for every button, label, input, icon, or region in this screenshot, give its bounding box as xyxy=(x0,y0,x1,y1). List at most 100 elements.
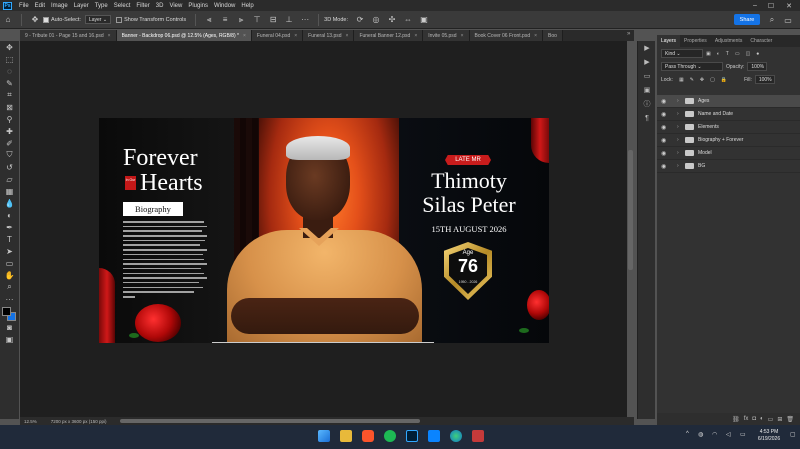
lasso-tool-icon[interactable]: ◌ xyxy=(0,65,19,77)
photoshop-taskbar-icon[interactable] xyxy=(406,430,418,442)
app-taskbar-icon[interactable] xyxy=(428,430,440,442)
tab-book-cover-06[interactable]: Book Cover 06 Front.psd × xyxy=(469,30,544,41)
delete-layer-icon[interactable]: 🗑 xyxy=(786,416,794,423)
tab-funeral-banner-12[interactable]: Funeral Banner 12.psd × xyxy=(354,30,424,41)
crop-tool-icon[interactable]: ⌗ xyxy=(0,89,19,101)
layer-ages[interactable]: ◉ › Ages xyxy=(657,95,800,108)
maximize-icon[interactable]: ☐ xyxy=(764,0,778,11)
menu-file[interactable]: File xyxy=(16,3,32,9)
auto-select-checkbox[interactable] xyxy=(43,16,49,23)
notifications-icon[interactable]: ▢ xyxy=(790,431,796,438)
lock-all-icon[interactable]: 🔒 xyxy=(721,77,727,83)
transform-controls-checkbox[interactable] xyxy=(116,16,123,23)
eye-icon[interactable]: ◉ xyxy=(661,163,671,170)
dodge-tool-icon[interactable]: ◐ xyxy=(0,209,19,221)
actions-icon[interactable]: ▶ xyxy=(638,55,656,69)
auto-select-dropdown[interactable]: Layer ⌄ xyxy=(84,15,112,24)
tab-funeral-04[interactable]: Funeral 04.psd × xyxy=(251,30,304,41)
home-icon[interactable]: ⌂ xyxy=(2,14,14,26)
move-tool-icon[interactable]: ✥ xyxy=(0,41,19,53)
type-tool-icon[interactable]: T xyxy=(0,233,19,245)
link-layers-icon[interactable]: ⛓ xyxy=(732,416,740,423)
new-group-icon[interactable]: ▭ xyxy=(768,416,774,423)
comments-icon[interactable]: ▭ xyxy=(638,69,656,83)
close-tab-icon[interactable]: × xyxy=(414,33,417,39)
align-bottom-icon[interactable]: ⊥ xyxy=(283,14,295,26)
close-tab-icon[interactable]: × xyxy=(108,33,111,39)
menu-edit[interactable]: Edit xyxy=(32,3,48,9)
chevron-right-icon[interactable]: › xyxy=(677,163,685,169)
edge-browser-icon[interactable] xyxy=(450,430,462,442)
lock-pixels-icon[interactable]: ▦ xyxy=(679,77,684,83)
rectangle-tool-icon[interactable]: ▭ xyxy=(0,257,19,269)
eye-icon[interactable]: ◉ xyxy=(661,111,671,118)
volume-icon[interactable]: ◁ xyxy=(726,431,731,438)
eraser-tool-icon[interactable]: ▱ xyxy=(0,173,19,185)
align-middle-icon[interactable]: ⊟ xyxy=(267,14,279,26)
healing-brush-tool-icon[interactable]: ✚ xyxy=(0,125,19,137)
zoom-level[interactable]: 12.5% xyxy=(20,419,37,424)
chevron-right-icon[interactable]: › xyxy=(677,150,685,156)
adjustment-layer-icon[interactable]: ◐ xyxy=(760,416,764,422)
properties-icon[interactable]: ▣ xyxy=(638,83,656,97)
tab-adjustments[interactable]: Adjustments xyxy=(711,35,747,47)
menu-help[interactable]: Help xyxy=(238,3,256,9)
quick-select-tool-icon[interactable]: ✎ xyxy=(0,77,19,89)
menu-layer[interactable]: Layer xyxy=(71,3,92,9)
tab-character[interactable]: Character xyxy=(746,35,776,47)
color-swatches[interactable] xyxy=(0,305,19,321)
menu-3d[interactable]: 3D xyxy=(153,3,167,9)
system-clock[interactable]: 4:53 PM 6/19/2026 xyxy=(752,429,786,443)
menu-image[interactable]: Image xyxy=(48,3,71,9)
tab-properties[interactable]: Properties xyxy=(680,35,711,47)
close-tab-icon[interactable]: × xyxy=(461,33,464,39)
brave-browser-icon[interactable] xyxy=(362,430,374,442)
path-select-tool-icon[interactable]: ➤ xyxy=(0,245,19,257)
eye-icon[interactable]: ◉ xyxy=(661,98,671,105)
menu-plugins[interactable]: Plugins xyxy=(185,3,211,9)
close-icon[interactable]: ✕ xyxy=(782,0,796,11)
new-layer-icon[interactable]: ⊞ xyxy=(777,416,782,423)
frame-tool-icon[interactable]: ⊠ xyxy=(0,101,19,113)
3d-scale-icon[interactable]: ▣ xyxy=(418,14,430,26)
filter-toggle-icon[interactable]: ● xyxy=(756,51,759,57)
chevron-right-icon[interactable]: › xyxy=(677,124,685,130)
eyedropper-tool-icon[interactable]: ⚲ xyxy=(0,113,19,125)
eye-icon[interactable]: ◉ xyxy=(661,124,671,131)
chevron-right-icon[interactable]: › xyxy=(677,98,685,104)
align-left-icon[interactable]: ⫷ xyxy=(203,14,215,26)
menu-filter[interactable]: Filter xyxy=(133,3,152,9)
hand-tool-icon[interactable]: ✋ xyxy=(0,269,19,281)
info-icon[interactable]: ⓘ xyxy=(638,97,656,111)
network-icon[interactable]: ◍ xyxy=(698,431,703,438)
eye-icon[interactable]: ◉ xyxy=(661,150,671,157)
history-icon[interactable]: ▶ xyxy=(638,41,656,55)
app-taskbar-icon[interactable] xyxy=(472,430,484,442)
tab-layers[interactable]: Layers xyxy=(657,35,681,47)
vertical-scrollbar[interactable] xyxy=(628,150,633,270)
chevron-right-icon[interactable]: › xyxy=(677,111,685,117)
menu-type[interactable]: Type xyxy=(92,3,111,9)
more-icon[interactable]: ··· xyxy=(299,14,311,26)
search-icon[interactable]: ⌕ xyxy=(766,14,778,26)
layer-bg[interactable]: ◉ › BG xyxy=(657,160,800,173)
tabs-overflow-icon[interactable]: » xyxy=(627,31,630,37)
start-icon[interactable] xyxy=(318,430,330,442)
file-explorer-icon[interactable] xyxy=(340,430,352,442)
layer-elements[interactable]: ◉ › Elements xyxy=(657,121,800,134)
stamp-tool-icon[interactable]: ⛉ xyxy=(0,149,19,161)
filter-adjust-icon[interactable]: ◐ xyxy=(717,51,720,57)
marquee-tool-icon[interactable]: ⬚ xyxy=(0,53,19,65)
more-tools-icon[interactable]: ··· xyxy=(0,293,19,305)
layer-mask-icon[interactable]: ◘ xyxy=(752,416,756,422)
close-tab-icon[interactable]: × xyxy=(243,33,246,39)
eye-icon[interactable]: ◉ xyxy=(661,137,671,144)
spotify-icon[interactable] xyxy=(384,430,396,442)
align-top-icon[interactable]: ⊤ xyxy=(251,14,263,26)
menu-view[interactable]: View xyxy=(166,3,185,9)
menu-window[interactable]: Window xyxy=(211,3,238,9)
document-canvas[interactable]: Forever In Our Hearts Biography LATE MR … xyxy=(99,118,549,343)
wifi-icon[interactable]: ◠ xyxy=(712,431,717,438)
quick-mask-icon[interactable]: ◙ xyxy=(0,321,19,333)
blend-mode-dropdown[interactable]: Pass Through ⌄ xyxy=(661,62,723,71)
